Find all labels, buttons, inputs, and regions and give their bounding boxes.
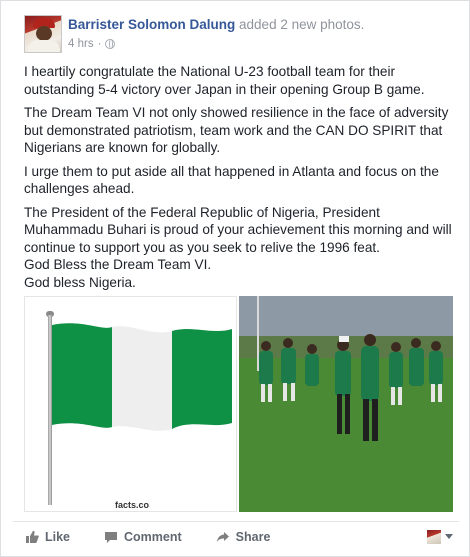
photo-grid: facts.co xyxy=(24,296,453,512)
like-button[interactable]: Like xyxy=(25,530,70,544)
post-paragraph: The President of the Federal Republic of… xyxy=(24,204,452,255)
post-header: Barrister Solomon Dalung added 2 new pho… xyxy=(68,17,364,32)
post-meta: 4 hrs · xyxy=(68,38,116,50)
post-paragraph: The Dream Team VI not only showed resili… xyxy=(24,105,449,155)
post-timestamp[interactable]: 4 hrs xyxy=(68,38,94,50)
viewer-avatar xyxy=(427,529,441,544)
comment-icon xyxy=(105,531,118,543)
nigeria-flag-image xyxy=(52,323,232,431)
share-label: Share xyxy=(235,529,271,544)
team-photo[interactable] xyxy=(239,296,453,512)
share-button[interactable]: Share xyxy=(216,529,271,544)
meta-separator: · xyxy=(97,38,102,50)
post-body: I heartily congratulate the National U-2… xyxy=(24,63,454,291)
author-name-link[interactable]: Barrister Solomon Dalung xyxy=(68,17,235,32)
post-paragraph: God bless Nigeria. xyxy=(24,274,136,290)
globe-icon[interactable] xyxy=(105,39,116,49)
post-paragraph: I heartily congratulate the National U-2… xyxy=(24,64,425,97)
post-paragraph: God Bless the Dream Team VI. xyxy=(24,257,212,272)
like-icon xyxy=(26,530,39,543)
post-paragraph: I urge them to put aside all that happen… xyxy=(24,163,439,197)
share-icon xyxy=(216,531,229,542)
comment-button[interactable]: Comment xyxy=(104,530,182,544)
author-avatar[interactable] xyxy=(24,15,62,53)
post-card: Barrister Solomon Dalung added 2 new pho… xyxy=(0,0,470,557)
team-photo-scene xyxy=(239,296,453,512)
audience-selector[interactable] xyxy=(427,529,453,544)
photo-watermark: facts.co xyxy=(115,500,150,510)
flag-photo[interactable]: facts.co xyxy=(24,296,237,512)
like-label: Like xyxy=(45,529,71,544)
chevron-down-icon xyxy=(445,534,453,539)
post-actions-bar: Like Comment Share xyxy=(13,521,459,551)
comment-label: Comment xyxy=(124,529,182,544)
post-action-text: added 2 new photos. xyxy=(235,17,365,32)
